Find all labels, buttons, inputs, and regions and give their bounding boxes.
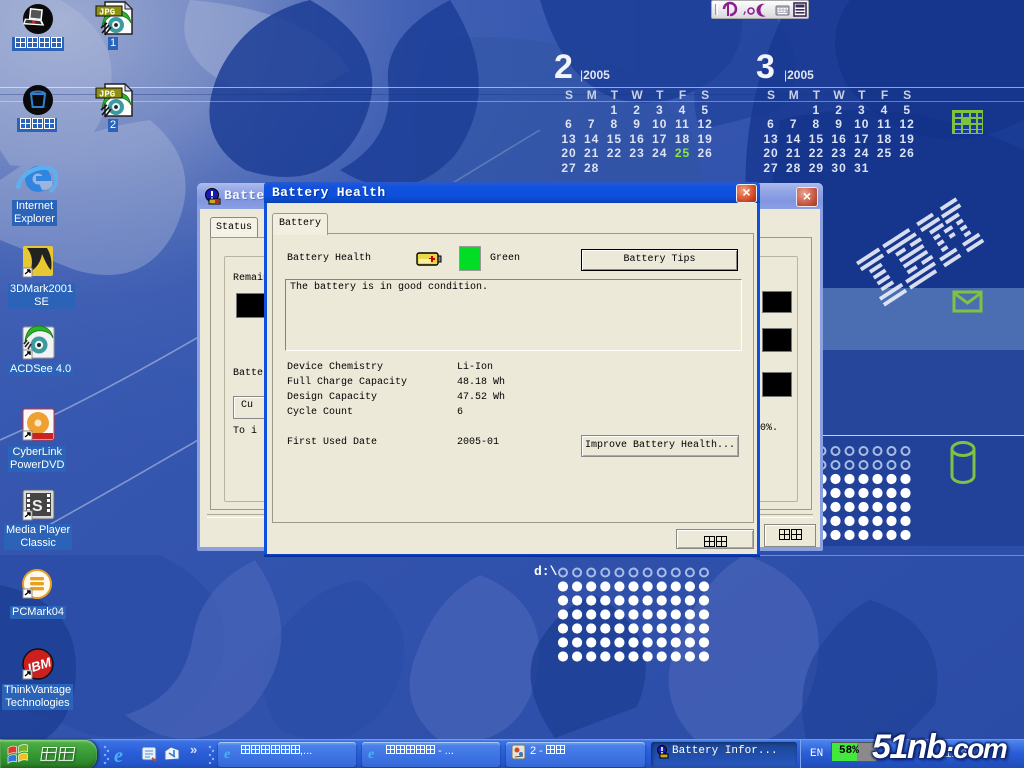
svg-text:JPG: JPG xyxy=(99,8,115,18)
svg-text:e: e xyxy=(114,745,123,767)
svg-text:e: e xyxy=(368,747,374,762)
svg-text:e: e xyxy=(224,747,230,762)
svg-text:S: S xyxy=(32,498,43,515)
svg-text:»: » xyxy=(190,742,197,757)
